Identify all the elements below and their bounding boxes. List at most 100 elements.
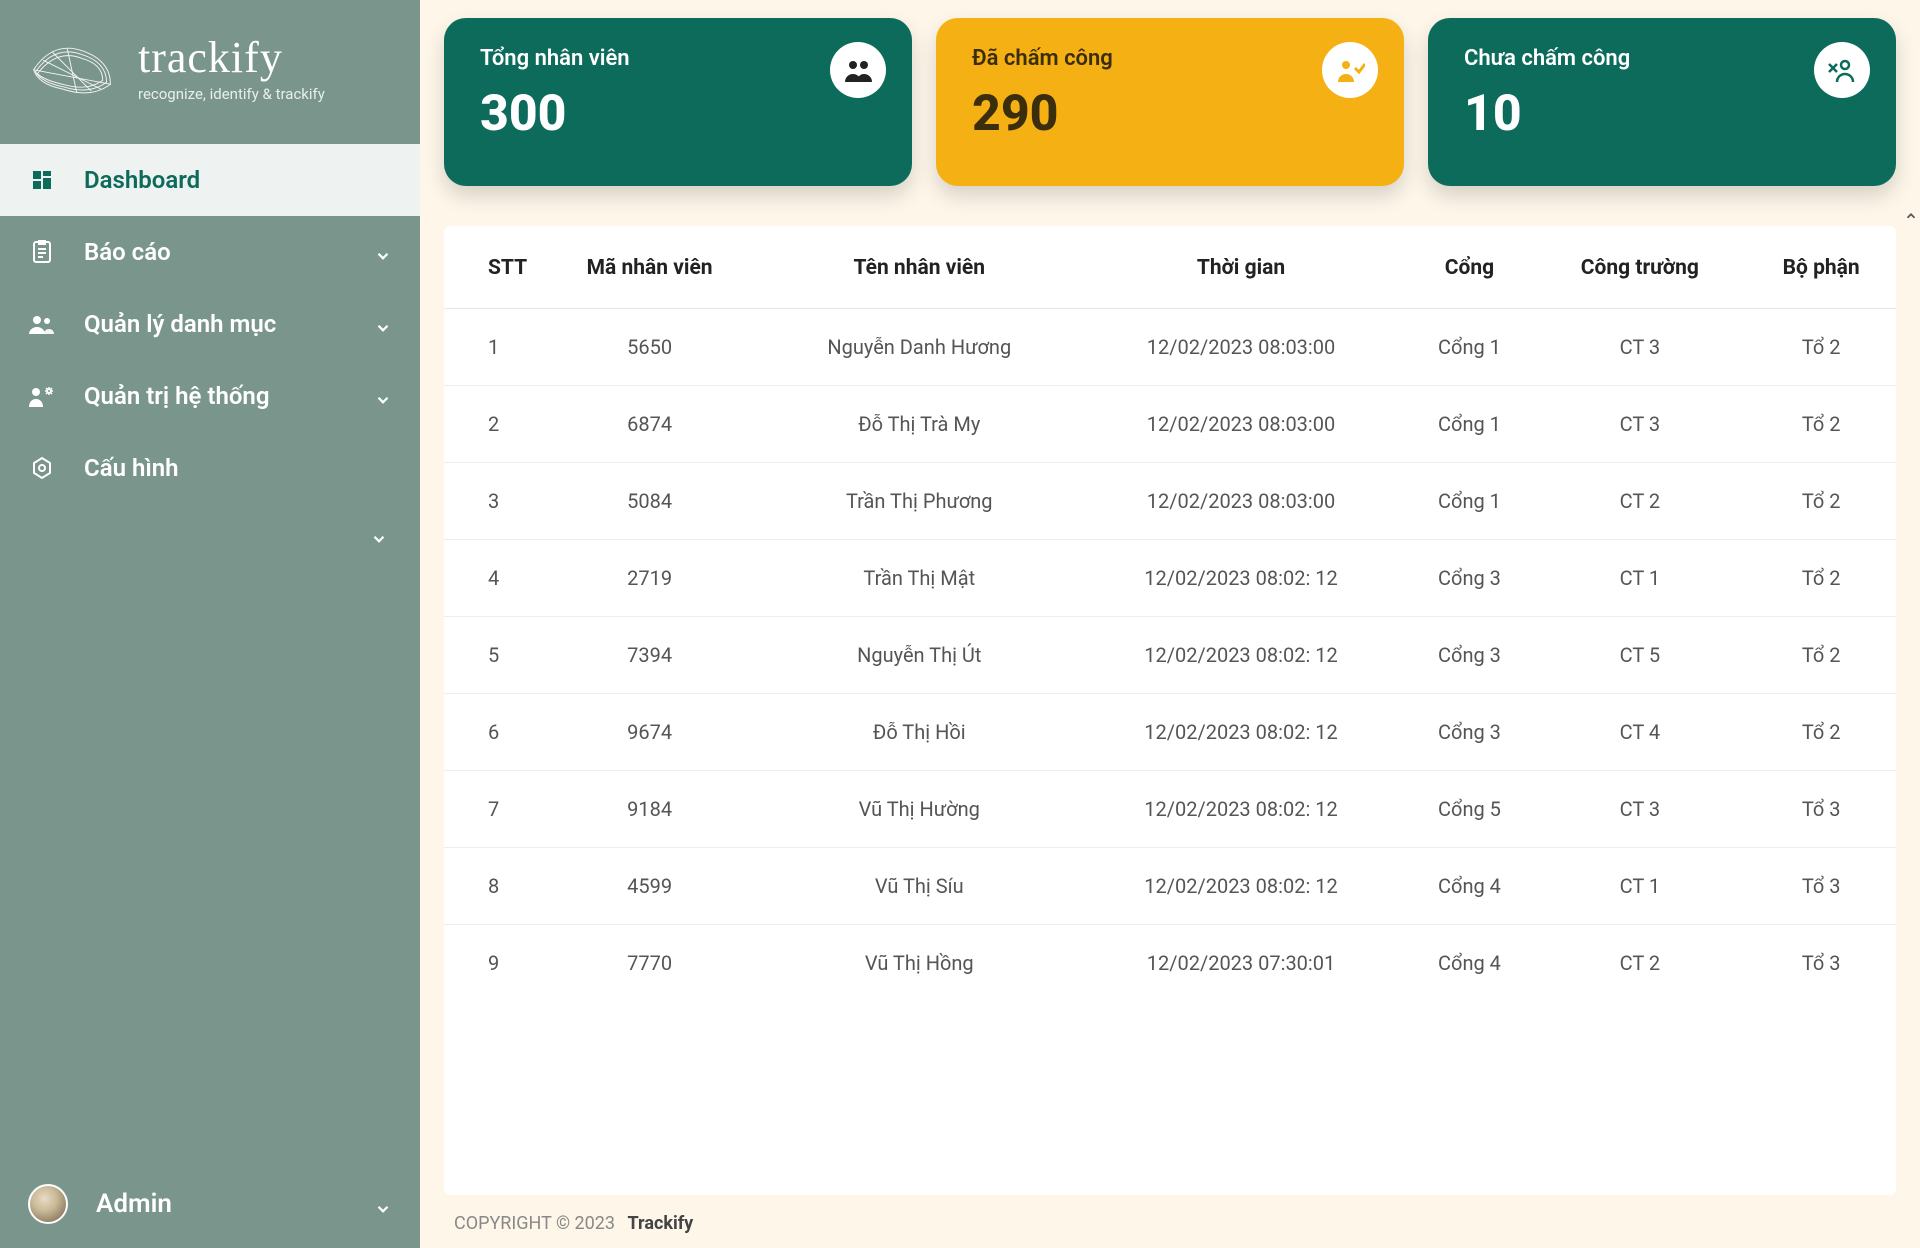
table-cell: 7770 bbox=[537, 925, 762, 1002]
card-title: Chưa chấm công bbox=[1464, 46, 1864, 71]
table-row[interactable]: 42719Trần Thị Mật12/02/2023 08:02: 12Cổn… bbox=[444, 540, 1896, 617]
table-cell: Cổng 1 bbox=[1406, 386, 1534, 463]
collapse-caret-icon[interactable] bbox=[1904, 208, 1918, 227]
chevron-down-icon bbox=[374, 387, 392, 405]
admin-icon bbox=[28, 382, 56, 410]
table-cell: 6 bbox=[444, 694, 537, 771]
table-cell: Tổ 2 bbox=[1746, 309, 1896, 386]
people-icon bbox=[28, 310, 56, 338]
table-cell: CT 4 bbox=[1533, 694, 1746, 771]
table-cell: 7394 bbox=[537, 617, 762, 694]
table-cell: 12/02/2023 08:02: 12 bbox=[1076, 848, 1405, 925]
table-cell: Vũ Thị Síu bbox=[762, 848, 1076, 925]
nav-label: Quản lý danh mục bbox=[84, 310, 276, 338]
table-cell: 12/02/2023 08:03:00 bbox=[1076, 386, 1405, 463]
table-row[interactable]: 35084Trần Thị Phương12/02/2023 08:03:00C… bbox=[444, 463, 1896, 540]
table-cell: 12/02/2023 07:30:01 bbox=[1076, 925, 1405, 1002]
people-icon bbox=[830, 42, 886, 98]
logo-icon bbox=[24, 30, 120, 104]
table-cell: CT 2 bbox=[1533, 463, 1746, 540]
nav-label: Báo cáo bbox=[84, 238, 171, 266]
table-cell: 3 bbox=[444, 463, 537, 540]
table-row[interactable]: 69674Đỗ Thị Hồi12/02/2023 08:02: 12Cổng … bbox=[444, 694, 1896, 771]
nav-quan-tri-he-thong[interactable]: Quản trị hệ thống bbox=[0, 360, 420, 432]
table-cell: 2 bbox=[444, 386, 537, 463]
table-row[interactable]: 15650Nguyễn Danh Hương12/02/2023 08:03:0… bbox=[444, 309, 1896, 386]
col-cong[interactable]: Cổng bbox=[1406, 226, 1534, 309]
table-cell: 12/02/2023 08:03:00 bbox=[1076, 309, 1405, 386]
nav-label: Cấu hình bbox=[84, 454, 179, 482]
col-cong-truong[interactable]: Công trường bbox=[1533, 226, 1746, 309]
card-total-employees[interactable]: Tổng nhân viên 300 bbox=[444, 18, 912, 186]
stats-cards: Tổng nhân viên 300 Đã chấm công 290 Chưa… bbox=[444, 18, 1896, 186]
nav-dashboard[interactable]: Dashboard bbox=[0, 144, 420, 216]
table-cell: Nguyễn Thị Út bbox=[762, 617, 1076, 694]
table-cell: Tổ 3 bbox=[1746, 771, 1896, 848]
report-icon bbox=[28, 238, 56, 266]
table-row[interactable]: 57394Nguyễn Thị Út12/02/2023 08:02: 12Cổ… bbox=[444, 617, 1896, 694]
nav-cau-hinh[interactable]: Cấu hình bbox=[0, 432, 420, 504]
nav-expand-toggle[interactable] bbox=[0, 504, 420, 574]
table-row[interactable]: 97770Vũ Thị Hồng12/02/2023 07:30:01Cổng … bbox=[444, 925, 1896, 1002]
table-cell: 12/02/2023 08:02: 12 bbox=[1076, 694, 1405, 771]
table-header-row: STT Mã nhân viên Tên nhân viên Thời gian… bbox=[444, 226, 1896, 309]
table-cell: Đỗ Thị Trà My bbox=[762, 386, 1076, 463]
table-row[interactable]: 79184Vũ Thị Hường12/02/2023 08:02: 12Cổn… bbox=[444, 771, 1896, 848]
table-cell: Trần Thị Mật bbox=[762, 540, 1076, 617]
nav-bao-cao[interactable]: Báo cáo bbox=[0, 216, 420, 288]
col-ten-nhan-vien[interactable]: Tên nhân viên bbox=[762, 226, 1076, 309]
col-ma-nhan-vien[interactable]: Mã nhân viên bbox=[537, 226, 762, 309]
table-cell: 12/02/2023 08:02: 12 bbox=[1076, 617, 1405, 694]
table-cell: Cổng 3 bbox=[1406, 617, 1534, 694]
table-cell: CT 3 bbox=[1533, 309, 1746, 386]
nav-quan-ly-danh-muc[interactable]: Quản lý danh mục bbox=[0, 288, 420, 360]
table-cell: Tổ 2 bbox=[1746, 617, 1896, 694]
table-cell: 7 bbox=[444, 771, 537, 848]
card-value: 300 bbox=[480, 85, 880, 143]
table-cell: CT 1 bbox=[1533, 540, 1746, 617]
table-cell: 2719 bbox=[537, 540, 762, 617]
card-not-checked-in[interactable]: Chưa chấm công 10 bbox=[1428, 18, 1896, 186]
table-cell: CT 3 bbox=[1533, 386, 1746, 463]
table-cell: Tổ 2 bbox=[1746, 540, 1896, 617]
table-cell: 9674 bbox=[537, 694, 762, 771]
person-x-icon bbox=[1814, 42, 1870, 98]
table-cell: Tổ 3 bbox=[1746, 925, 1896, 1002]
col-bo-phan[interactable]: Bộ phận bbox=[1746, 226, 1896, 309]
table-cell: 5 bbox=[444, 617, 537, 694]
chevron-down-icon bbox=[374, 1195, 392, 1213]
card-checked-in[interactable]: Đã chấm công 290 bbox=[936, 18, 1404, 186]
table-cell: Cổng 1 bbox=[1406, 309, 1534, 386]
col-stt[interactable]: STT bbox=[444, 226, 537, 309]
brand-name: trackify bbox=[138, 32, 325, 83]
table-cell: 12/02/2023 08:03:00 bbox=[1076, 463, 1405, 540]
table-cell: Cổng 4 bbox=[1406, 925, 1534, 1002]
user-menu[interactable]: Admin bbox=[0, 1164, 420, 1248]
table-cell: 9 bbox=[444, 925, 537, 1002]
sidebar: trackify recognize, identify & trackify … bbox=[0, 0, 420, 1248]
table-cell: Nguyễn Danh Hương bbox=[762, 309, 1076, 386]
table-cell: 4599 bbox=[537, 848, 762, 925]
table-cell: 12/02/2023 08:02: 12 bbox=[1076, 771, 1405, 848]
table-cell: Tổ 2 bbox=[1746, 386, 1896, 463]
card-value: 10 bbox=[1464, 85, 1864, 143]
nav-label: Dashboard bbox=[84, 166, 200, 194]
attendance-table: STT Mã nhân viên Tên nhân viên Thời gian… bbox=[444, 226, 1896, 1001]
chevron-down-icon bbox=[374, 243, 392, 261]
table-row[interactable]: 84599Vũ Thị Síu12/02/2023 08:02: 12Cổng … bbox=[444, 848, 1896, 925]
nav-list: Dashboard Báo cáo Quản lý danh mục Qu bbox=[0, 144, 420, 1164]
chevron-down-icon bbox=[374, 315, 392, 333]
dashboard-icon bbox=[28, 166, 56, 194]
table-cell: CT 3 bbox=[1533, 771, 1746, 848]
table-cell: 9184 bbox=[537, 771, 762, 848]
table-cell: Cổng 5 bbox=[1406, 771, 1534, 848]
table-row[interactable]: 26874Đỗ Thị Trà My12/02/2023 08:03:00Cổn… bbox=[444, 386, 1896, 463]
table-cell: 1 bbox=[444, 309, 537, 386]
card-title: Đã chấm công bbox=[972, 46, 1372, 71]
nav-label: Quản trị hệ thống bbox=[84, 382, 269, 410]
settings-icon bbox=[28, 454, 56, 482]
col-thoi-gian[interactable]: Thời gian bbox=[1076, 226, 1405, 309]
table-cell: 8 bbox=[444, 848, 537, 925]
card-value: 290 bbox=[972, 85, 1372, 143]
table-cell: Cổng 3 bbox=[1406, 694, 1534, 771]
